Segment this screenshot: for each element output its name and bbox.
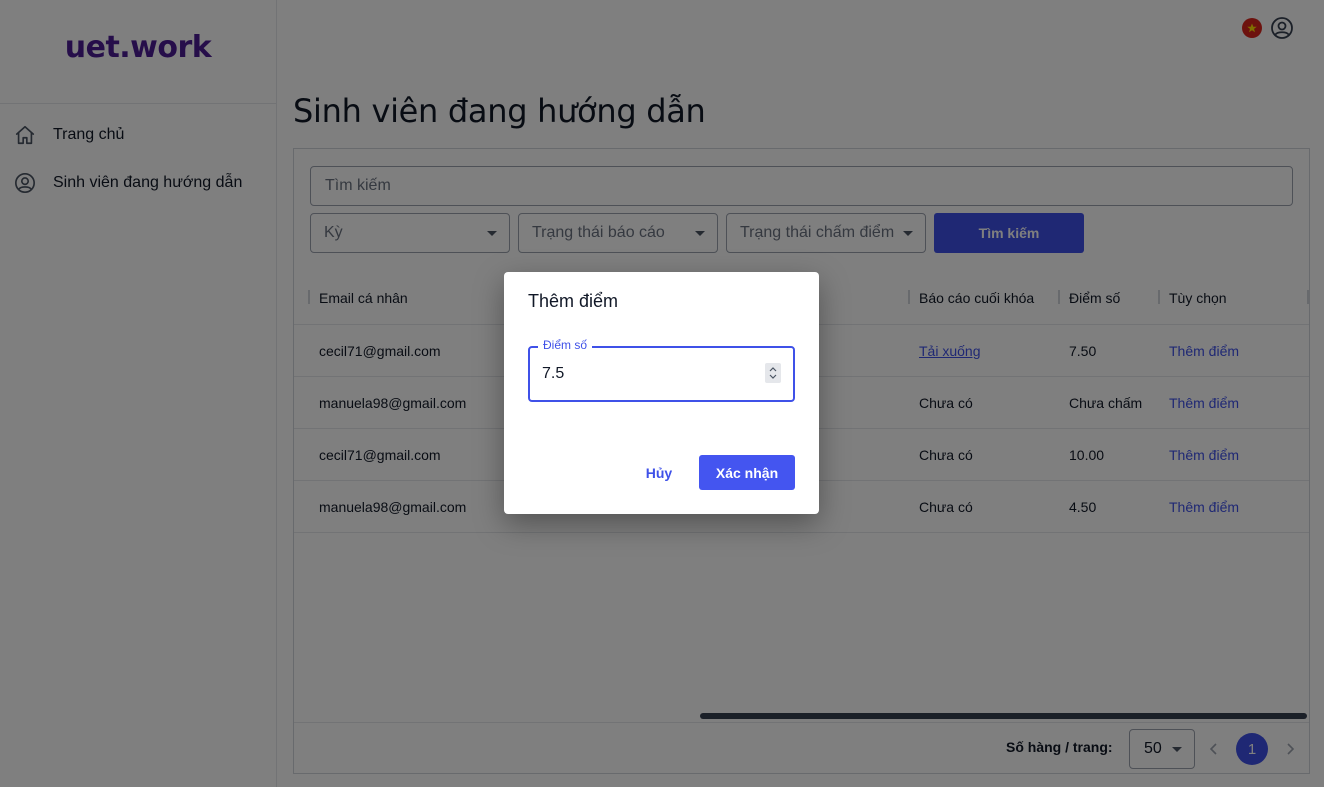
score-input-value[interactable]: 7.5 — [542, 365, 564, 383]
number-spinner-icon[interactable] — [765, 363, 781, 383]
cancel-button[interactable]: Hủy — [634, 455, 684, 491]
score-input[interactable]: Điểm số 7.5 — [528, 338, 795, 402]
add-score-dialog: Thêm điểm Điểm số 7.5 Hủy Xác nhận — [504, 272, 819, 514]
dialog-title: Thêm điểm — [528, 291, 619, 311]
confirm-button[interactable]: Xác nhận — [699, 455, 795, 490]
score-input-label: Điểm số — [538, 338, 593, 352]
